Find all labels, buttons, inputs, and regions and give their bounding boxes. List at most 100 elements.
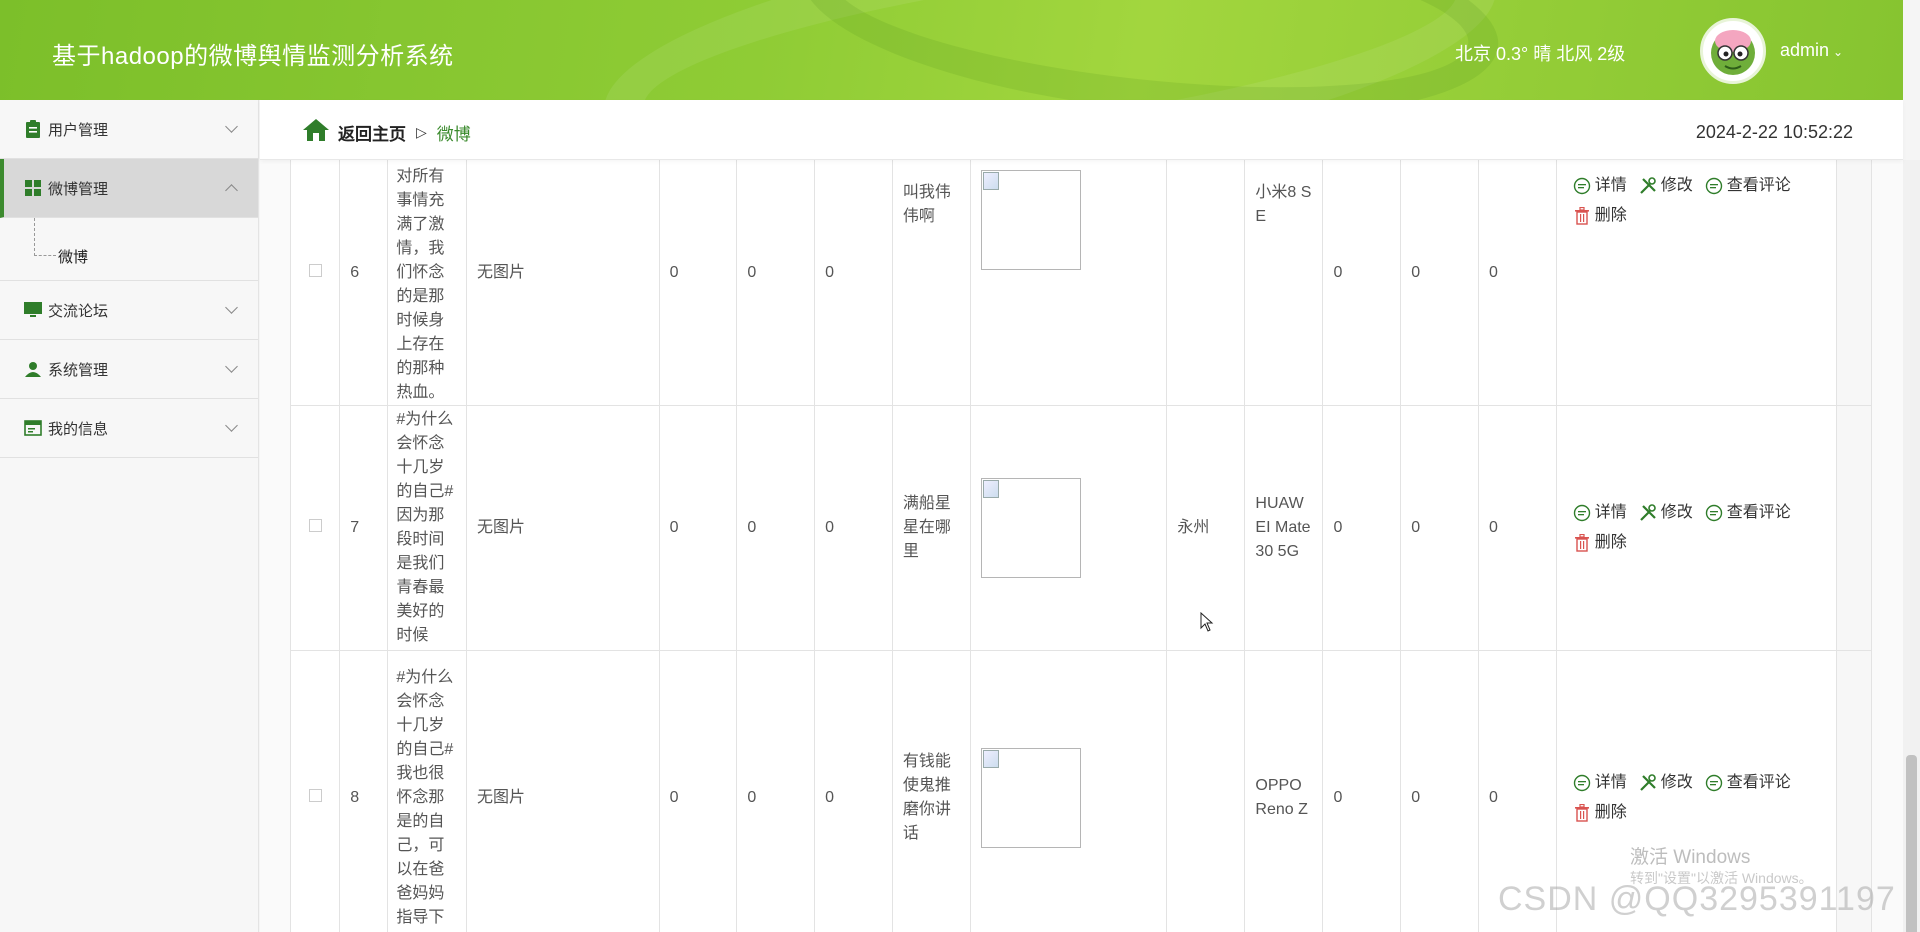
chevron-down-icon <box>225 360 238 373</box>
edit-button[interactable]: 修改 <box>1639 171 1693 201</box>
view-comments-button[interactable]: 查看评论 <box>1705 171 1791 201</box>
edit-button[interactable]: 修改 <box>1639 498 1693 528</box>
delete-button[interactable]: 删除 <box>1573 528 1627 558</box>
chevron-up-icon <box>225 184 238 197</box>
delete-button[interactable]: 删除 <box>1573 201 1627 231</box>
cell-count: 0 <box>736 160 816 406</box>
cell-count: 0 <box>1400 650 1479 932</box>
broken-image-icon <box>980 747 1081 848</box>
sidebar: 用户管理 微博管理 微博 交流论坛 系统管理 我的信息 <box>0 100 259 932</box>
cell-nickname: 叫我伟伟啊 <box>891 160 971 406</box>
frog-avatar-icon <box>1711 30 1755 75</box>
cell-count: 0 <box>1477 160 1557 406</box>
cell-content: 的我们对所有事情充满了激情，我们怀念的是那时候身上存在的那种热血。 <box>387 160 467 406</box>
breadcrumb-separator: ▷ <box>416 124 427 140</box>
cell-actions: 详情 修改 查看评论 删除 <box>1555 405 1837 651</box>
cell-count: 0 <box>814 405 893 651</box>
app-title: 基于hadoop的微博舆情监测分析系统 <box>52 43 454 70</box>
cell-id: 6 <box>339 160 389 406</box>
cell-count: 0 <box>1477 405 1557 651</box>
main-content: 6 的我们对所有事情充满了激情，我们怀念的是那时候身上存在的那种热血。 无图片 … <box>260 160 1903 932</box>
sidebar-item-label: 系统管理 <box>48 361 109 379</box>
delete-button[interactable]: 删除 <box>1573 798 1627 828</box>
sidebar-item-system-management[interactable]: 系统管理 <box>0 340 258 399</box>
cell-count: 0 <box>658 650 738 932</box>
monitor-icon <box>24 301 42 319</box>
top-bar: 返回主页 ▷ 微博 2024-2-22 10:52:22 <box>260 100 1903 160</box>
user-menu[interactable]: admin ⌄ <box>1780 40 1843 61</box>
view-comments-button[interactable]: 查看评论 <box>1705 498 1791 528</box>
trash-icon <box>1573 534 1591 552</box>
cell-count: 0 <box>1400 160 1479 406</box>
sidebar-item-forum[interactable]: 交流论坛 <box>0 281 258 340</box>
wrench-icon <box>1639 773 1657 792</box>
cell-count: 0 <box>1400 405 1479 651</box>
detail-button[interactable]: 详情 <box>1573 171 1627 201</box>
cell-pic: 无图片 <box>466 405 660 651</box>
table-row: 7 #为什么会怀念十几岁的自己#因为那段时间是我们青春最美好的时候 无图片 0 … <box>289 405 1873 651</box>
cell-content: #为什么会怀念十几岁的自己#因为那段时间是我们青春最美好的时候 <box>387 405 467 651</box>
person-icon <box>24 360 42 378</box>
cell-pic: 无图片 <box>466 160 660 406</box>
broken-image-icon <box>980 170 1081 270</box>
weather-info: 北京 0.3° 晴 北风 2级 <box>1455 44 1626 64</box>
cell-device: HUAWEI Mate 30 5G <box>1244 405 1324 651</box>
cell-content: #为什么会怀念十几岁的自己#我也很怀念那是的自己，可以在爸爸妈妈指导下 <box>387 650 467 932</box>
id-card-icon <box>24 419 42 437</box>
sidebar-item-label: 用户管理 <box>48 121 109 139</box>
username: admin <box>1780 40 1830 60</box>
detail-icon <box>1573 504 1591 522</box>
sidebar-subitem-weibo[interactable]: 微博 <box>0 218 258 281</box>
app-header: 基于hadoop的微博舆情监测分析系统 北京 0.3° 晴 北风 2级 admi… <box>0 0 1903 100</box>
cell-count: 0 <box>736 650 816 932</box>
cell-count: 0 <box>736 405 816 651</box>
cell-location <box>1166 650 1246 932</box>
windows-activation-title: 激活 Windows <box>1630 847 1751 868</box>
broken-image-icon <box>980 478 1081 578</box>
view-comments-button[interactable]: 查看评论 <box>1705 768 1791 798</box>
trash-icon <box>1573 803 1591 822</box>
cell-id: 8 <box>339 650 389 932</box>
detail-icon <box>1573 774 1591 792</box>
avatar[interactable] <box>1700 18 1766 84</box>
cell-location <box>1166 160 1246 406</box>
chevron-down-icon <box>225 120 238 133</box>
chevron-down-icon: ⌄ <box>1833 45 1844 59</box>
detail-icon <box>1573 177 1591 195</box>
cell-count: 0 <box>1322 650 1402 932</box>
breadcrumb-current: 微博 <box>436 125 471 144</box>
table-row: 6 的我们对所有事情充满了激情，我们怀念的是那时候身上存在的那种热血。 无图片 … <box>289 160 1873 406</box>
row-checkbox[interactable] <box>308 519 322 532</box>
sidebar-item-user-management[interactable]: 用户管理 <box>0 100 258 159</box>
edit-button[interactable]: 修改 <box>1639 768 1693 798</box>
comment-icon <box>1705 177 1723 195</box>
detail-button[interactable]: 详情 <box>1573 498 1627 528</box>
cell-count: 0 <box>658 160 738 406</box>
home-icon[interactable] <box>302 118 330 147</box>
row-checkbox[interactable] <box>308 788 322 802</box>
cell-count: 0 <box>1322 405 1402 651</box>
wrench-icon <box>1639 177 1657 195</box>
comment-icon <box>1705 504 1723 522</box>
grid-icon <box>24 179 42 197</box>
sidebar-item-label: 我的信息 <box>48 420 109 438</box>
sidebar-item-weibo-management[interactable]: 微博管理 <box>0 159 258 218</box>
row-checkbox[interactable] <box>308 264 322 277</box>
breadcrumb-home-link[interactable]: 返回主页 <box>338 120 406 145</box>
detail-button[interactable]: 详情 <box>1573 768 1627 798</box>
tree-line <box>34 218 35 256</box>
cell-count: 0 <box>814 160 893 406</box>
vertical-scrollbar[interactable] <box>1903 160 1920 932</box>
cell-nickname: 满船星星在哪里 <box>891 405 971 651</box>
cell-device: OPPO Reno Z <box>1244 650 1324 932</box>
tree-line <box>34 255 56 256</box>
mouse-cursor-icon <box>1200 611 1214 637</box>
sidebar-item-my-info[interactable]: 我的信息 <box>0 399 258 458</box>
sidebar-subitem-label: 微博 <box>58 249 89 266</box>
cell-count: 0 <box>658 405 738 651</box>
scrollbar-thumb[interactable] <box>1906 755 1917 932</box>
cell-device: 小米8 SE <box>1244 160 1324 406</box>
cell-actions: 详情 修改 查看评论 删除 <box>1555 160 1837 406</box>
datetime-display: 2024-2-22 10:52:22 <box>1695 122 1853 142</box>
wrench-icon <box>1639 504 1657 522</box>
